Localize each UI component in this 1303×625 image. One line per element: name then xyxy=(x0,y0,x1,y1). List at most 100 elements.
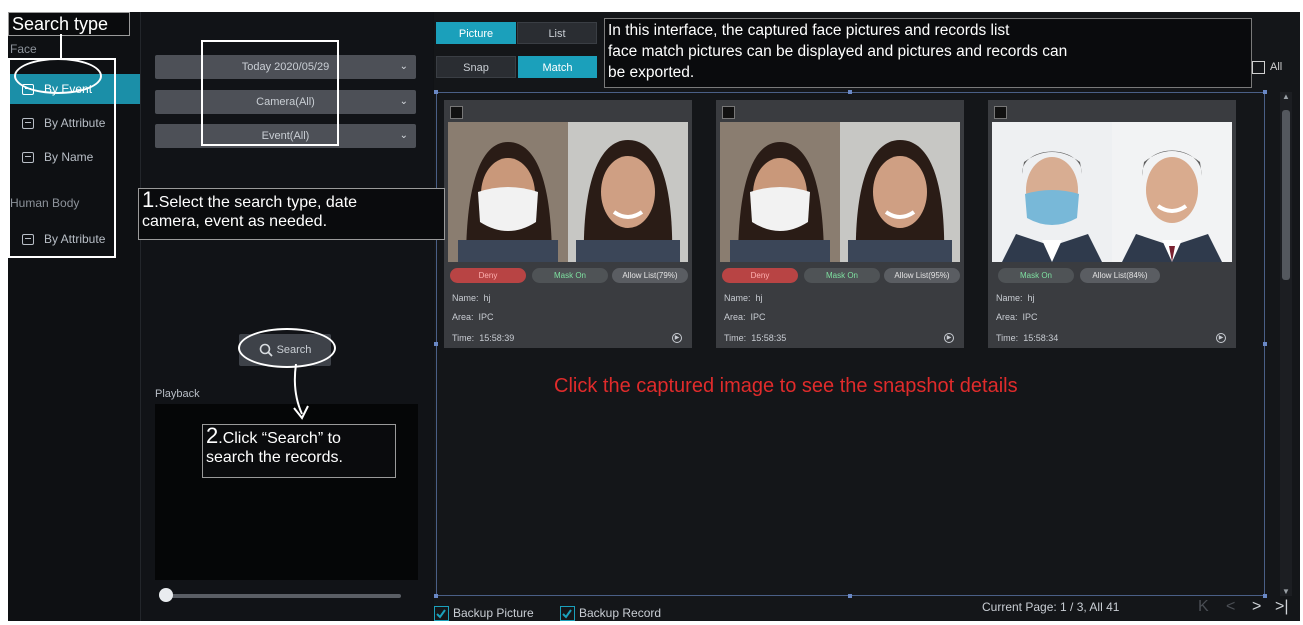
time-row: Time: 15:58:34 xyxy=(996,333,1058,343)
backup-record-checkbox[interactable] xyxy=(560,606,575,621)
selection-handle xyxy=(1263,90,1267,94)
playback-slider-handle[interactable] xyxy=(159,588,173,602)
playback-label: Playback xyxy=(155,388,200,400)
snapshot-photo[interactable] xyxy=(720,122,840,262)
area-row: Area: IPC xyxy=(452,312,494,322)
step1-text: .Select the search type, date xyxy=(154,194,358,211)
backup-picture-label: Backup Picture xyxy=(453,606,534,620)
name-row: Name: hj xyxy=(452,293,491,303)
status-badge-mask: Mask On xyxy=(804,268,880,283)
status-badge-deny: Deny xyxy=(722,268,798,283)
selection-handle xyxy=(848,594,852,598)
status-badge-deny: Deny xyxy=(450,268,526,283)
step1-number: 1 xyxy=(142,187,155,212)
chevron-down-icon: ⌄ xyxy=(399,61,408,72)
time-row: Time: 15:58:35 xyxy=(724,333,786,343)
status-badge-mask: Mask On xyxy=(998,268,1074,283)
time-value: 15:58:35 xyxy=(751,333,787,343)
tab-match[interactable]: Match xyxy=(518,56,597,78)
time-value: 15:58:34 xyxy=(1023,333,1059,343)
prev-page-button[interactable]: < xyxy=(1226,598,1235,616)
selection-handle xyxy=(434,342,438,346)
step1-callout: 1.Select the search type, date camera, e… xyxy=(138,188,445,240)
step1-line1: 1.Select the search type, date xyxy=(142,187,441,212)
face-header: Face xyxy=(10,42,37,56)
step2-callout: 2.Click “Search” to search the records. xyxy=(202,424,396,478)
name-label: Name: xyxy=(996,293,1023,303)
card-checkbox[interactable] xyxy=(450,106,463,119)
info-line: face match pictures can be displayed and… xyxy=(608,43,1068,60)
step2-line1: 2.Click “Search” to xyxy=(206,423,392,448)
backup-record-label: Backup Record xyxy=(579,606,662,620)
time-row: Time: 15:58:39 xyxy=(452,333,514,343)
filter-highlight xyxy=(201,40,339,146)
area-value: IPC xyxy=(478,312,494,322)
reference-face-image xyxy=(568,122,688,262)
capture-card[interactable]: Mask On Allow List(84%) Name: hj Area: I… xyxy=(988,100,1236,348)
play-icon[interactable]: ▶ xyxy=(944,333,954,343)
reference-face-image xyxy=(1112,122,1232,262)
first-page-button[interactable]: K xyxy=(1198,598,1209,616)
select-all-checkbox[interactable] xyxy=(1252,61,1265,74)
capture-card[interactable]: Deny Mask On Allow List(95%) Name: hj Ar… xyxy=(716,100,964,348)
match-photo[interactable] xyxy=(568,122,688,262)
area-label: Area: xyxy=(724,312,746,322)
selection-handle xyxy=(434,594,438,598)
selection-handle xyxy=(848,90,852,94)
name-value: hj xyxy=(1027,293,1035,303)
backup-picture-checkbox[interactable] xyxy=(434,606,449,621)
match-photo[interactable] xyxy=(1112,122,1232,262)
scroll-thumb[interactable] xyxy=(1282,110,1290,280)
chevron-down-icon: ⌄ xyxy=(399,96,408,107)
status-badge-allow: Allow List(84%) xyxy=(1080,268,1160,283)
step2-number: 2 xyxy=(206,423,219,448)
search-button-highlight xyxy=(238,328,336,368)
card-checkbox[interactable] xyxy=(722,106,735,119)
callout-leader xyxy=(60,34,62,58)
grid-scrollbar[interactable]: ▲ ▼ xyxy=(1280,92,1292,596)
step2-text: .Click “Search” to xyxy=(218,430,341,447)
tab-picture[interactable]: Picture xyxy=(436,22,516,44)
time-label: Time: xyxy=(996,333,1019,343)
area-value: IPC xyxy=(750,312,766,322)
name-label: Name: xyxy=(724,293,751,303)
play-icon[interactable]: ▶ xyxy=(1216,333,1226,343)
step1-line2: camera, event as needed. xyxy=(142,213,328,230)
tag-row: Deny Mask On Allow List(95%) xyxy=(720,268,960,284)
time-label: Time: xyxy=(724,333,747,343)
status-badge-allow: Allow List(79%) xyxy=(612,268,688,283)
area-value: IPC xyxy=(1022,312,1038,322)
scroll-up-icon[interactable]: ▲ xyxy=(1280,92,1292,101)
name-row: Name: hj xyxy=(724,293,763,303)
tab-list[interactable]: List xyxy=(517,22,597,44)
scroll-down-icon[interactable]: ▼ xyxy=(1280,587,1292,596)
capture-card[interactable]: Deny Mask On Allow List(79%) Name: hj Ar… xyxy=(444,100,692,348)
playback-slider-track[interactable] xyxy=(165,594,401,598)
snapshot-photo[interactable] xyxy=(448,122,568,262)
step2-line2: search the records. xyxy=(206,449,343,466)
name-row: Name: hj xyxy=(996,293,1035,303)
snapshot-photo[interactable] xyxy=(992,122,1112,262)
status-badge-allow: Allow List(95%) xyxy=(884,268,960,283)
info-line: In this interface, the captured face pic… xyxy=(608,22,1010,39)
last-page-button[interactable]: >| xyxy=(1275,598,1289,616)
next-page-button[interactable]: > xyxy=(1252,598,1261,616)
tab-snap[interactable]: Snap xyxy=(436,56,516,78)
card-checkbox[interactable] xyxy=(994,106,1007,119)
name-label: Name: xyxy=(452,293,479,303)
check-icon xyxy=(436,609,446,619)
area-label: Area: xyxy=(452,312,474,322)
area-label: Area: xyxy=(996,312,1018,322)
selection-handle xyxy=(1263,342,1267,346)
match-photo[interactable] xyxy=(840,122,960,262)
play-icon[interactable]: ▶ xyxy=(672,333,682,343)
name-value: hj xyxy=(483,293,491,303)
arrow-icon xyxy=(293,364,309,420)
chevron-down-icon: ⌄ xyxy=(399,130,408,141)
masked-face-image xyxy=(992,122,1112,262)
masked-face-image xyxy=(720,122,840,262)
select-all-label: All xyxy=(1270,61,1283,73)
area-row: Area: IPC xyxy=(996,312,1038,322)
status-badge-mask: Mask On xyxy=(532,268,608,283)
snapshot-hint-note: Click the captured image to see the snap… xyxy=(554,375,1018,397)
